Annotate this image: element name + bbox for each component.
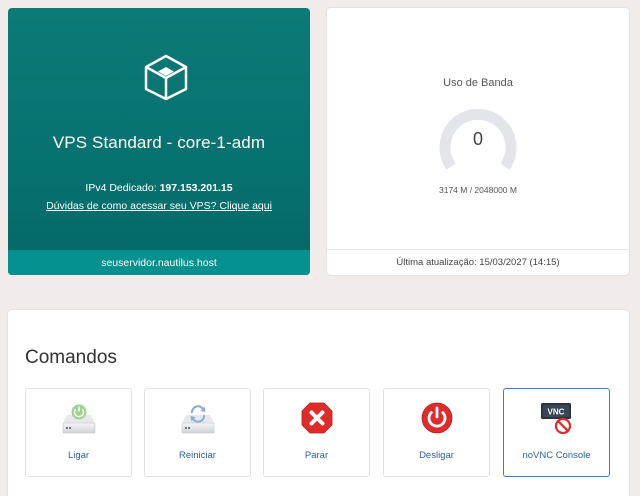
vps-card: VPS Standard - core-1-adm IPv4 Dedicado:… — [8, 8, 310, 275]
server-power-on-icon — [62, 404, 96, 434]
vnc-icon-text: VNC — [548, 408, 565, 417]
stop-label: Parar — [304, 450, 329, 461]
vps-ip-line: IPv4 Dedicado: 197.153.201.15 — [8, 182, 310, 194]
vps-title: VPS Standard - core-1-adm — [52, 133, 266, 152]
vps-hostname: seuservidor.nautilus.host — [8, 250, 310, 275]
novnc-console-button[interactable]: VNC noVNC Console — [503, 388, 610, 477]
power-on-button[interactable]: Ligar — [25, 388, 132, 477]
restart-label: Reiniciar — [179, 450, 216, 461]
ip-label: IPv4 Dedicado: — [85, 182, 160, 194]
gauge-value: 0 — [472, 129, 483, 149]
stop-button[interactable]: Parar — [263, 388, 370, 477]
commands-title: Comandos — [25, 347, 117, 368]
bandwidth-title: Uso de Banda — [443, 77, 513, 89]
bandwidth-card: Uso de Banda 0 3174 M / 2048000 M Última… — [327, 8, 629, 275]
ip-value: 197.153.201.15 — [159, 182, 233, 194]
power-on-label: Ligar — [67, 450, 90, 461]
novnc-console-label: noVNC Console — [522, 450, 591, 461]
vps-help-link[interactable]: Dúvidas de como acessar seu VPS? Clique … — [8, 200, 310, 212]
power-off-icon — [421, 402, 453, 434]
cube-icon — [144, 54, 188, 101]
shutdown-button[interactable]: Desligar — [383, 388, 490, 477]
bandwidth-usage: 3174 M / 2048000 M — [439, 185, 517, 195]
vnc-disabled-icon: VNC — [541, 403, 572, 435]
commands-card: Comandos Ligar Reiniciar Parar Desligar … — [8, 310, 629, 496]
last-update: Última atualização: 15/03/2027 (14:15) — [327, 249, 629, 275]
server-restart-icon — [181, 405, 215, 434]
stop-icon — [301, 402, 333, 434]
restart-button[interactable]: Reiniciar — [144, 388, 251, 477]
shutdown-label: Desligar — [419, 450, 454, 461]
